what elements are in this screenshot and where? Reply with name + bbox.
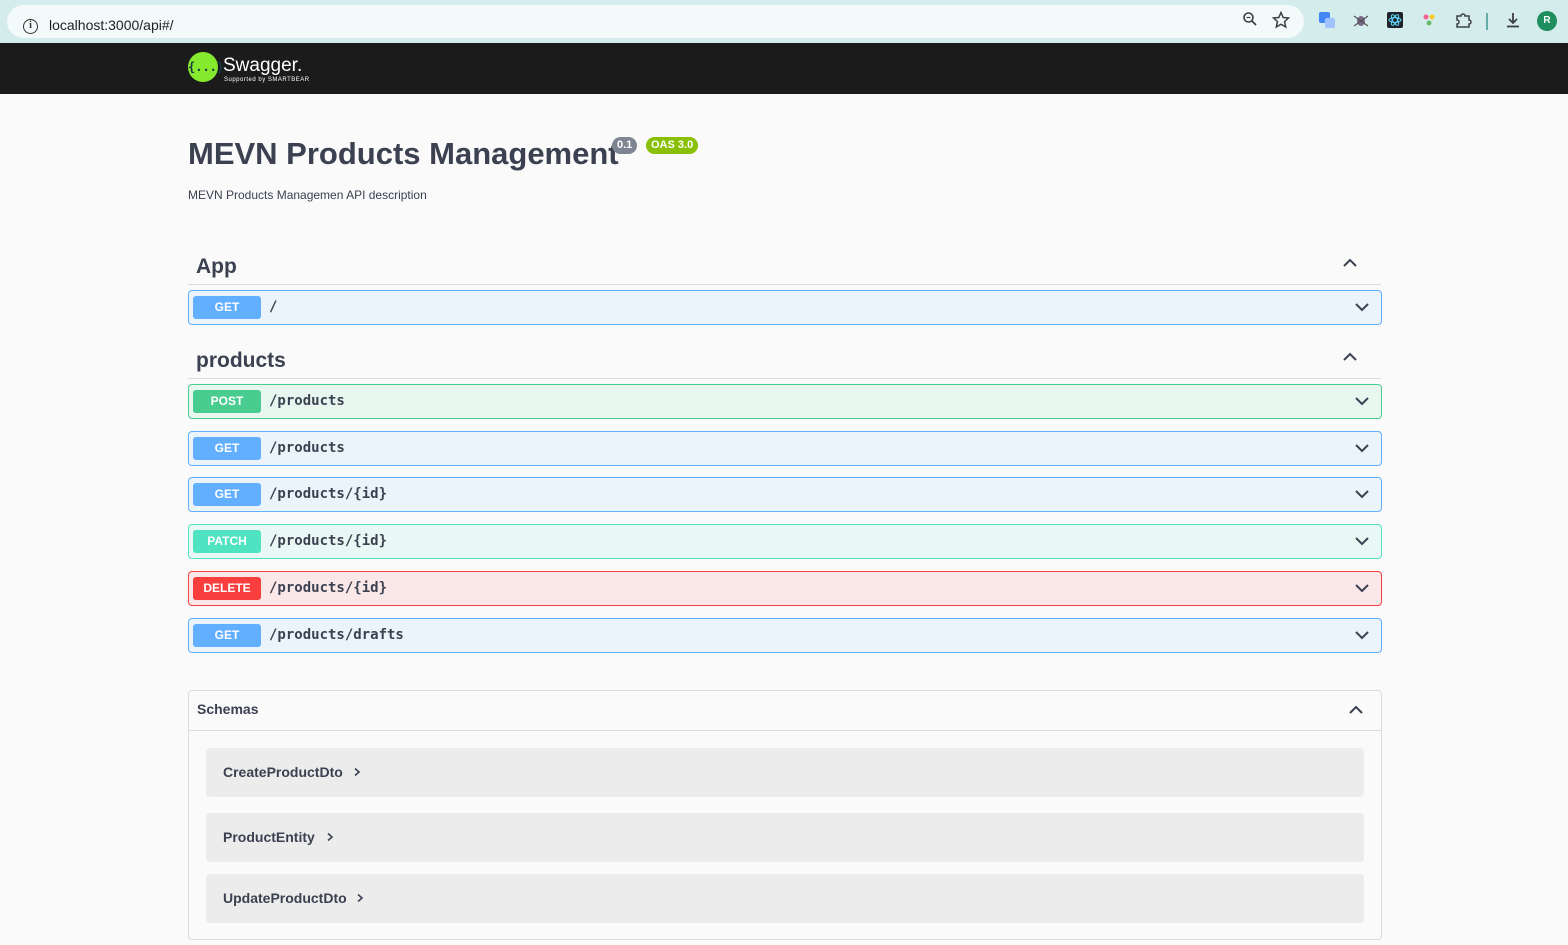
schemas-title[interactable]: Schemas [197,701,258,717]
method-badge[interactable]: GET [193,483,261,506]
extensions-puzzle-icon[interactable] [1453,11,1473,31]
browser-toolbar: i localhost:3000/api#/ R [0,0,1568,43]
operation-get-products[interactable]: GET /products [188,431,1382,466]
profile-avatar[interactable]: R [1537,11,1557,31]
chevron-up-icon[interactable] [1347,701,1365,719]
swagger-topbar: {...} Swagger. Supported by SMARTBEAR [0,43,1568,94]
operation-post-products[interactable]: POST /products [188,384,1382,419]
tag-header-products[interactable]: products [188,339,1381,379]
oas-badge: OAS 3.0 [646,137,699,154]
method-badge[interactable]: DELETE [193,577,261,600]
operation-patch-product[interactable]: PATCH /products/{id} [188,524,1382,559]
tag-header-app[interactable]: App [188,245,1381,285]
tag-title[interactable]: App [196,255,237,279]
operation-get-root[interactable]: GET / [188,290,1382,325]
schema-model-update-product-dto[interactable]: UpdateProductDto [206,874,1364,923]
chevron-down-icon[interactable] [1353,532,1371,550]
method-badge[interactable]: POST [193,390,261,413]
method-badge[interactable]: GET [193,437,261,460]
schema-model-create-product-dto[interactable]: CreateProductDto [206,748,1364,797]
chevron-down-icon[interactable] [1353,485,1371,503]
operation-get-drafts[interactable]: GET /products/drafts [188,618,1382,653]
chevron-down-icon[interactable] [1353,626,1371,644]
chevron-up-icon[interactable] [1341,254,1359,272]
operation-path[interactable]: /products/{id} [269,533,387,549]
operation-path[interactable]: /products [269,393,345,409]
model-name[interactable]: ProductEntity [223,829,315,845]
swagger-logo-text[interactable]: Swagger. [223,55,302,77]
api-title: MEVN Products Management [188,136,619,171]
schemas-header[interactable]: Schemas [189,691,1381,731]
chevron-right-icon[interactable] [352,767,362,777]
method-badge[interactable]: GET [193,624,261,647]
model-name[interactable]: CreateProductDto [223,764,343,780]
operation-path[interactable]: /products/drafts [269,627,404,643]
method-badge[interactable]: PATCH [193,530,261,553]
color-extension-icon[interactable] [1419,11,1439,31]
url-text[interactable]: localhost:3000/api#/ [49,17,174,33]
operation-get-product-by-id[interactable]: GET /products/{id} [188,477,1382,512]
chevron-up-icon[interactable] [1341,348,1359,366]
tag-title[interactable]: products [196,349,286,373]
bookmark-star-icon[interactable] [1271,10,1291,31]
chevron-down-icon[interactable] [1353,579,1371,597]
schema-model-product-entity[interactable]: ProductEntity [206,813,1364,862]
api-description: MEVN Products Managemen API description [188,188,427,202]
chevron-right-icon[interactable] [355,893,365,903]
chevron-right-icon[interactable] [325,832,335,842]
operation-path[interactable]: / [269,299,277,315]
download-icon[interactable] [1503,11,1523,31]
method-badge[interactable]: GET [193,296,261,319]
operation-path[interactable]: /products/{id} [269,580,387,596]
info-icon[interactable]: i [23,19,38,34]
swagger-logo-icon[interactable]: {...} [188,52,224,82]
bug-extension-icon[interactable] [1351,11,1371,31]
version-badge: 0.1 [612,137,638,154]
operation-path[interactable]: /products/{id} [269,486,387,502]
address-bar[interactable]: i localhost:3000/api#/ [7,5,1304,38]
zoom-icon[interactable] [1240,11,1260,31]
toolbar-separator [1486,13,1488,30]
chevron-down-icon[interactable] [1353,298,1371,316]
operation-path[interactable]: /products [269,440,345,456]
operation-delete-product[interactable]: DELETE /products/{id} [188,571,1382,606]
model-name[interactable]: UpdateProductDto [223,890,347,906]
schemas-section: Schemas CreateProductDto ProductEntity U… [188,690,1382,940]
chevron-down-icon[interactable] [1353,392,1371,410]
chevron-down-icon[interactable] [1353,439,1371,457]
react-devtools-icon[interactable] [1385,11,1405,31]
translate-extension-icon[interactable] [1317,11,1337,31]
smartbear-caption: Supported by SMARTBEAR [224,77,310,83]
